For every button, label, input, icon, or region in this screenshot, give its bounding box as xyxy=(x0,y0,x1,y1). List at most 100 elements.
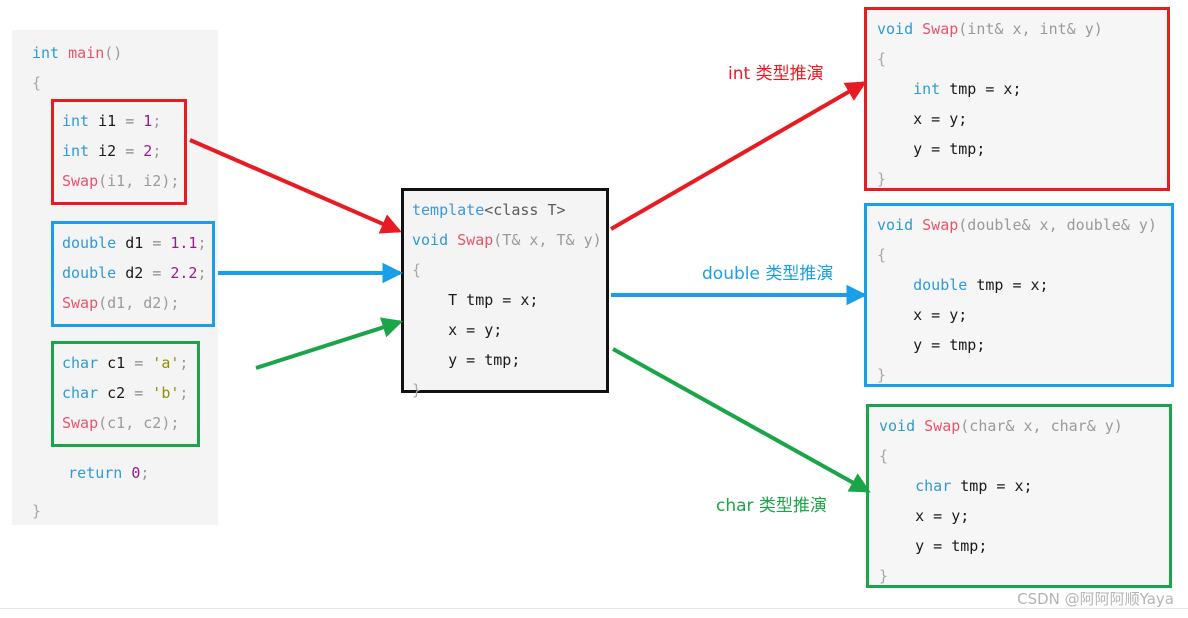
inst-params: (double& x, double& y) xyxy=(958,216,1157,234)
assign-operator: = xyxy=(134,384,144,402)
inst-body-line: y = tmp; xyxy=(913,336,986,354)
semicolon: ; xyxy=(152,112,162,130)
swap-call-args: (i1, i2); xyxy=(98,172,180,190)
template-function-name: Swap xyxy=(457,231,494,249)
decl-value: 2 xyxy=(134,142,153,160)
swap-call-name: Swap xyxy=(62,294,99,312)
decl-value: 2.2 xyxy=(161,264,198,282)
semicolon: ; xyxy=(197,234,207,252)
inst-decl-rest: tmp = x; xyxy=(951,477,1033,495)
decl-identifier: d1 xyxy=(116,234,153,252)
call-site-code-int: int i1 = 1; int i2 = 2; Swap(i1, i2); xyxy=(54,102,184,202)
decl-value: 'b' xyxy=(143,384,180,402)
footer-divider xyxy=(0,608,1188,609)
inst-params: (char& x, char& y) xyxy=(960,417,1123,435)
arrow-char-to-template xyxy=(255,317,403,370)
decl-keyword: double xyxy=(62,264,117,282)
semicolon: ; xyxy=(179,384,189,402)
inst-close-brace: } xyxy=(877,170,887,188)
arrow-int-to-template xyxy=(189,138,402,234)
instantiation-box-double[interactable]: void Swap(double& x, double& y){ double … xyxy=(864,203,1174,387)
main-open-brace: { xyxy=(32,74,42,92)
diagram-canvas: int main() { return 0;} int i1 = 1; int i2… xyxy=(0,0,1188,618)
inst-body-line: x = y; xyxy=(913,306,968,324)
inst-body-line: x = y; xyxy=(913,110,968,128)
decl-value: 1.1 xyxy=(161,234,198,252)
assign-operator: = xyxy=(152,264,162,282)
instantiation-code-double: void Swap(double& x, double& y){ double … xyxy=(877,210,1157,390)
inst-body-line: x = y; xyxy=(915,507,970,525)
call-site-code-char: char c1 = 'a'; char c2 = 'b'; Swap(c1, c2)… xyxy=(54,344,197,444)
template-body-line: y = tmp; xyxy=(448,351,521,369)
return-semicolon: ; xyxy=(140,464,150,482)
inst-return-type: void xyxy=(877,20,914,38)
decl-identifier: d2 xyxy=(116,264,153,282)
template-return-type: void xyxy=(412,231,449,249)
inst-function-name: Swap xyxy=(924,417,961,435)
inst-open-brace: { xyxy=(879,447,889,465)
inst-return-type: void xyxy=(877,216,914,234)
main-function-header: int main() { xyxy=(32,38,122,98)
arrow-label-char: char 类型推演 xyxy=(716,496,827,516)
template-parameter-list: <class T> xyxy=(484,201,566,219)
inst-open-brace: { xyxy=(877,246,887,264)
decl-identifier: i1 xyxy=(89,112,126,130)
decl-keyword: int xyxy=(62,142,90,160)
inst-close-brace: } xyxy=(877,366,887,384)
assign-operator: = xyxy=(125,112,135,130)
inst-open-brace: { xyxy=(877,50,887,68)
return-keyword: return xyxy=(68,464,123,482)
template-keyword: template xyxy=(412,201,485,219)
call-site-box-char[interactable]: char c1 = 'a'; char c2 = 'b'; Swap(c1, c2)… xyxy=(51,341,200,447)
instantiation-code-int: void Swap(int& x, int& y){ int tmp = x; … xyxy=(877,14,1103,194)
instantiation-box-char[interactable]: void Swap(char& x, char& y) { char tmp = … xyxy=(866,404,1172,588)
inst-function-name: Swap xyxy=(922,216,959,234)
csdn-watermark: CSDN @阿阿阿顺Yaya xyxy=(1017,590,1174,608)
arrow-template-to-int-instance xyxy=(610,81,867,231)
main-function-name: main xyxy=(68,44,105,62)
arrow-label-double: double 类型推演 xyxy=(702,264,834,284)
assign-operator: = xyxy=(152,234,162,252)
template-body-line: T tmp = x; xyxy=(448,291,539,309)
decl-keyword: char xyxy=(62,384,99,402)
decl-identifier: c2 xyxy=(98,384,135,402)
decl-value: 'a' xyxy=(143,354,180,372)
decl-keyword: double xyxy=(62,234,117,252)
swap-call-name: Swap xyxy=(62,172,99,190)
decl-identifier: c1 xyxy=(98,354,135,372)
main-parens: () xyxy=(104,44,123,62)
main-return-type: int xyxy=(32,44,60,62)
decl-identifier: i2 xyxy=(89,142,126,160)
template-body-line: x = y; xyxy=(448,321,503,339)
semicolon: ; xyxy=(179,354,189,372)
assign-operator: = xyxy=(125,142,135,160)
assign-operator: = xyxy=(134,354,144,372)
semicolon: ; xyxy=(152,142,162,160)
template-params: (T& x, T& y) xyxy=(493,231,602,249)
template-open-brace: { xyxy=(412,261,422,279)
call-site-code-double: double d1 = 1.1; double d2 = 2.2; Swap(d1,… xyxy=(54,224,212,324)
inst-function-name: Swap xyxy=(922,20,959,38)
decl-keyword: char xyxy=(62,354,99,372)
semicolon: ; xyxy=(197,264,207,282)
inst-decl-keyword: char xyxy=(915,477,952,495)
template-close-brace: } xyxy=(412,381,422,399)
inst-return-type: void xyxy=(879,417,916,435)
swap-call-name: Swap xyxy=(62,414,99,432)
swap-call-args: (d1, d2); xyxy=(98,294,180,312)
main-function-footer: return 0;} xyxy=(32,458,149,526)
decl-keyword: int xyxy=(62,112,90,130)
inst-decl-keyword: double xyxy=(913,276,968,294)
arrow-label-int: int 类型推演 xyxy=(728,64,824,84)
instantiation-code-char: void Swap(char& x, char& y) { char tmp = … xyxy=(879,411,1123,591)
swap-call-args: (c1, c2); xyxy=(98,414,180,432)
inst-decl-rest: tmp = x; xyxy=(967,276,1049,294)
call-site-box-double[interactable]: double d1 = 1.1; double d2 = 2.2; Swap(d1,… xyxy=(51,221,215,327)
inst-decl-keyword: int xyxy=(913,80,941,98)
call-site-box-int[interactable]: int i1 = 1; int i2 = 2; Swap(i1, i2); xyxy=(51,99,187,205)
instantiation-box-int[interactable]: void Swap(int& x, int& y){ int tmp = x; … xyxy=(864,7,1170,191)
decl-value: 1 xyxy=(134,112,153,130)
inst-params: (int& x, int& y) xyxy=(958,20,1103,38)
template-definition-box[interactable]: template<class T> void Swap(T& x, T& y){ … xyxy=(401,188,609,399)
inst-close-brace: } xyxy=(879,567,889,585)
